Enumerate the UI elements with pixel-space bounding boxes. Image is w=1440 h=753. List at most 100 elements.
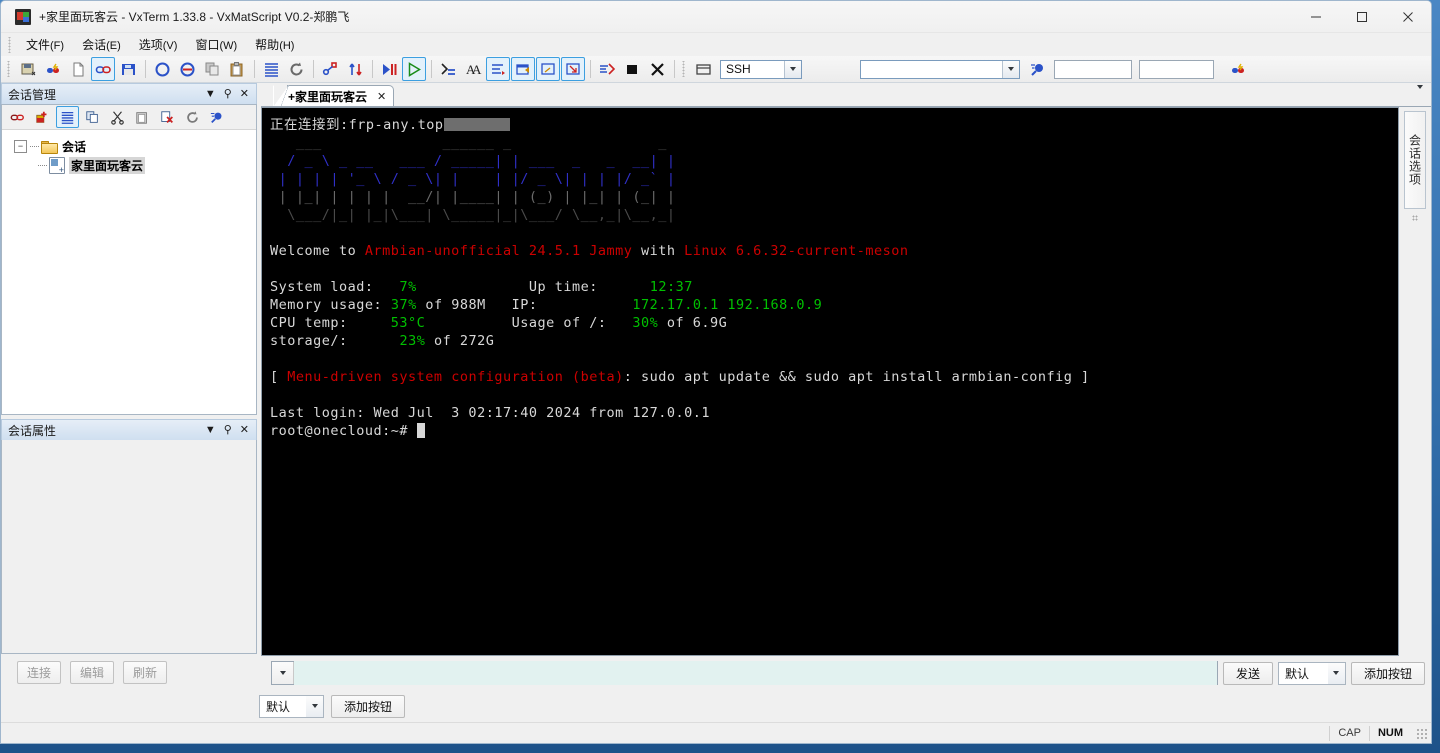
refresh-button[interactable]: 刷新	[123, 660, 168, 684]
menu-file[interactable]: 文件(F)	[17, 33, 73, 56]
command-input-wrap[interactable]	[271, 661, 1218, 685]
session-tree[interactable]: − 会话 家里面玩客云	[2, 130, 256, 414]
toolbar-grip-handle-2[interactable]	[681, 61, 688, 77]
copy-icon[interactable]	[200, 57, 224, 81]
save-session-icon[interactable]	[16, 57, 40, 81]
window-new-icon[interactable]	[511, 57, 535, 81]
menu-help[interactable]: 帮助(H)	[246, 33, 303, 56]
chevron-down-icon-2[interactable]	[1002, 60, 1019, 78]
new-file-icon[interactable]	[66, 57, 90, 81]
window-tile-icon[interactable]	[536, 57, 560, 81]
bottom-preset-select[interactable]: 默认	[259, 694, 324, 718]
resize-grip[interactable]	[1415, 727, 1427, 739]
paste-icon[interactable]	[131, 106, 154, 128]
delete-icon[interactable]	[156, 106, 179, 128]
add-session-icon[interactable]	[31, 106, 54, 128]
close-icon[interactable]: ✕	[240, 88, 249, 100]
stop-icon[interactable]	[620, 57, 644, 81]
menu-options[interactable]: 选项(V)	[130, 33, 187, 56]
chevron-down-icon[interactable]: ▼	[205, 88, 216, 100]
find-icon[interactable]: AA	[461, 57, 485, 81]
command-prompt-icon[interactable]	[436, 57, 460, 81]
transfer-icon[interactable]	[318, 57, 342, 81]
close-x-icon[interactable]	[645, 57, 669, 81]
window-controls	[1293, 1, 1431, 32]
connect-button[interactable]: 连接	[17, 660, 62, 684]
search-input[interactable]	[1054, 59, 1132, 79]
upload-download-icon[interactable]	[343, 57, 367, 81]
refresh-icon[interactable]	[181, 106, 204, 128]
window-export-icon[interactable]	[561, 57, 585, 81]
command-input[interactable]	[294, 661, 1217, 685]
right-dock-grip[interactable]	[1412, 215, 1418, 221]
maximize-button[interactable]	[1339, 1, 1385, 32]
last-login-line: Last login: Wed Jul 3 02:17:40 2024 from…	[270, 405, 711, 421]
tree-expander-icon[interactable]: −	[14, 140, 27, 153]
tree-node-session[interactable]: 家里面玩客云	[2, 156, 256, 175]
banner-line-4: \___/|_| |_|\___| \_____|_|\___/ \__,_|\…	[270, 207, 676, 223]
save-as-icon[interactable]	[116, 57, 140, 81]
play-pause-icon[interactable]	[377, 57, 401, 81]
command-history-chevron-down-icon[interactable]	[272, 662, 294, 684]
refresh-icon[interactable]	[284, 57, 308, 81]
tab-close-icon[interactable]: ✕	[377, 90, 386, 103]
quick-connect-icon[interactable]	[41, 57, 65, 81]
protocol-select[interactable]: SSH	[720, 59, 802, 79]
edit-button[interactable]: 编辑	[70, 660, 115, 684]
window-mode-icon[interactable]	[691, 57, 715, 81]
pin-icon[interactable]: ⚲	[224, 88, 232, 100]
terminal-cursor	[416, 423, 425, 438]
toolbar-separator	[313, 60, 314, 78]
search-icon[interactable]	[206, 106, 229, 128]
send-all-icon[interactable]	[595, 57, 619, 81]
stat-label-uptime: Up time:	[528, 279, 598, 295]
main-toolbar: AA SSH	[1, 56, 1431, 83]
clear-screen-icon[interactable]	[486, 57, 510, 81]
menu-file-mnemonic: (F)	[50, 40, 65, 52]
disconnect-circle-icon[interactable]	[150, 57, 174, 81]
bottom-add-button-button[interactable]: 添加按钮	[331, 694, 406, 718]
connect-link-icon[interactable]	[91, 57, 115, 81]
connect-icon[interactable]	[6, 106, 29, 128]
disconnect-all-icon[interactable]	[175, 57, 199, 81]
menu-window[interactable]: 窗口(W)	[186, 33, 246, 56]
menu-session[interactable]: 会话(E)	[73, 33, 130, 56]
quick-connect-end-icon[interactable]	[1226, 57, 1250, 81]
chevron-down-icon[interactable]	[1327, 662, 1345, 684]
redacted-host-block	[443, 118, 510, 131]
chevron-down-icon[interactable]	[306, 695, 323, 717]
session-properties-header-tools: ▼ ⚲ ✕	[205, 424, 256, 436]
app-logo-icon	[15, 8, 31, 25]
session-options-vertical-tab[interactable]: 会话选项	[1404, 111, 1426, 209]
search-session-icon[interactable]	[1026, 57, 1050, 81]
terminal-output[interactable]: 正在连接到:frp-any.top ___ ______ _ _ / _ \ _…	[261, 107, 1399, 656]
log-lines-icon[interactable]	[259, 57, 283, 81]
close-icon[interactable]: ✕	[240, 424, 249, 436]
tree-node-root[interactable]: − 会话	[2, 137, 256, 156]
cut-icon[interactable]	[106, 106, 129, 128]
add-button-button[interactable]: 添加按钮	[1350, 661, 1425, 685]
copy-icon[interactable]	[81, 106, 104, 128]
filter-input[interactable]	[1139, 59, 1214, 79]
welcome-middle: with	[632, 243, 685, 259]
minimize-button[interactable]	[1293, 1, 1339, 32]
send-preset-select[interactable]: 默认	[1277, 661, 1346, 685]
tab-session[interactable]: +家里面玩客云 ✕	[272, 85, 395, 114]
paste-icon[interactable]	[225, 57, 249, 81]
menu-grip-handle[interactable]	[7, 36, 14, 53]
send-button[interactable]: 发送	[1222, 661, 1273, 685]
connect-prefix: 正在连接到:	[270, 117, 349, 133]
pin-icon[interactable]: ⚲	[224, 424, 232, 436]
tab-session-label: +家里面玩客云	[288, 89, 368, 104]
tab-overflow-chevron-down-icon[interactable]	[1417, 85, 1423, 103]
close-button[interactable]	[1385, 1, 1431, 32]
run-script-icon[interactable]	[402, 57, 426, 81]
host-combo[interactable]	[860, 59, 1020, 79]
session-manager-panel: 会话管理 ▼ ⚲ ✕ − 会话 + 家里面玩客云	[1, 83, 257, 415]
chevron-down-icon[interactable]	[784, 60, 801, 78]
protocol-value: SSH	[726, 62, 751, 76]
list-view-icon[interactable]	[56, 106, 79, 128]
chevron-down-icon[interactable]: ▼	[205, 424, 216, 436]
toolbar-grip-handle[interactable]	[6, 61, 13, 77]
welcome-distro: Armbian-unofficial 24.5.1 Jammy	[364, 243, 633, 259]
